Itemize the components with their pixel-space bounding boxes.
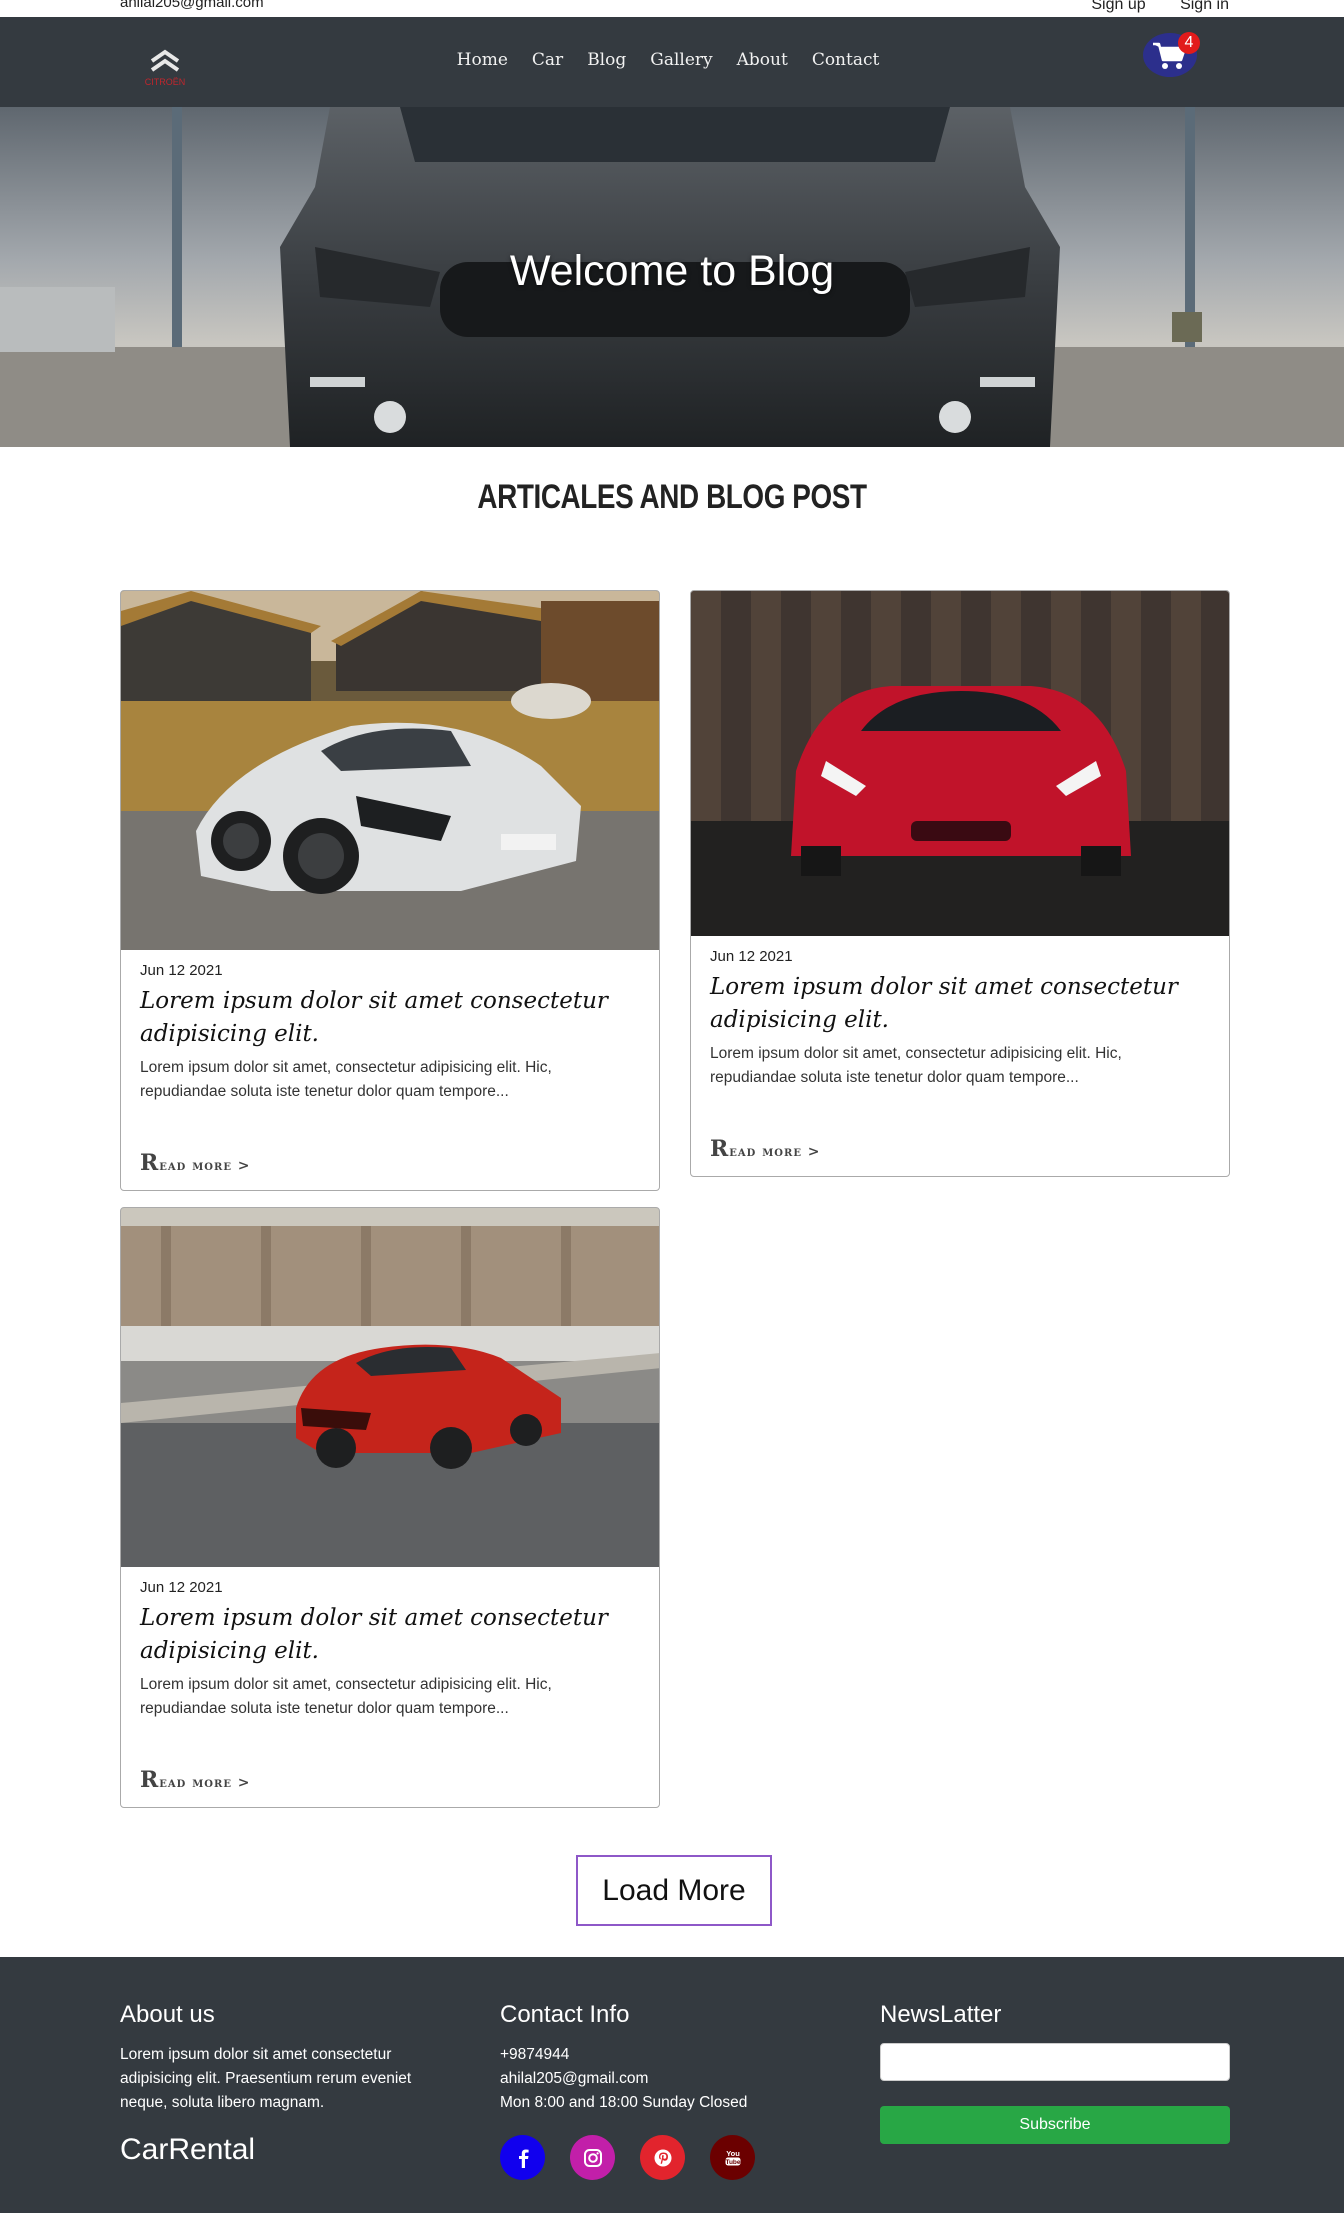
section-title: ARTICALES AND BLOG POST — [477, 478, 867, 516]
read-more-initial: R — [140, 1767, 160, 1793]
contact-hours: Mon 8:00 and 18:00 Sunday Closed — [500, 2094, 748, 2111]
footer-contact: Contact Info +9874944 ahilal205@gmail.co… — [500, 2001, 800, 2180]
post-excerpt: Lorem ipsum dolor sit amet, consectetur … — [140, 1676, 552, 1717]
nav-home[interactable]: Home — [457, 50, 508, 70]
signin-link[interactable]: Sign in — [1180, 0, 1229, 13]
nav-contact[interactable]: Contact — [812, 50, 880, 70]
post-title[interactable]: Lorem ipsum dolor sit amet consectetur a… — [710, 971, 1210, 1037]
contact-email: ahilal205@gmail.com — [500, 2070, 649, 2087]
pinterest-icon[interactable] — [640, 2135, 685, 2180]
post-image-silver-car — [121, 591, 659, 950]
blog-card: Jun 12 2021 Lorem ipsum dolor sit amet c… — [120, 1207, 660, 1808]
read-more-link[interactable]: Read more > — [140, 1767, 251, 1793]
about-title: About us — [120, 2001, 215, 2028]
post-date: Jun 12 2021 — [140, 1579, 223, 1596]
cart-button[interactable]: 4 — [1143, 32, 1200, 77]
read-more-initial: R — [140, 1150, 160, 1176]
read-more-link[interactable]: Read more > — [140, 1150, 251, 1176]
blog-card: Jun 12 2021 Lorem ipsum dolor sit amet c… — [690, 590, 1230, 1177]
nav-gallery[interactable]: Gallery — [650, 50, 712, 70]
hero-banner: Welcome to Blog — [0, 107, 1344, 447]
post-excerpt: Lorem ipsum dolor sit amet, consectetur … — [710, 1045, 1122, 1086]
read-more-link[interactable]: Read more > — [710, 1136, 821, 1162]
read-more-initial: R — [710, 1136, 730, 1162]
footer: About us Lorem ipsum dolor sit amet cons… — [0, 1957, 1344, 2213]
social-links: You Tube — [500, 2135, 800, 2180]
newsletter-title: NewsLatter — [880, 2001, 1002, 2028]
post-date: Jun 12 2021 — [140, 962, 223, 979]
newsletter-email-input[interactable] — [880, 2043, 1230, 2081]
top-email: ahilal205@gmail.com — [120, 0, 264, 11]
load-more-button[interactable]: Load More — [576, 1855, 772, 1926]
nav-about[interactable]: About — [737, 50, 788, 70]
hero-title: Welcome to Blog — [509, 247, 835, 295]
svg-text:You: You — [726, 2149, 740, 2158]
post-image-red-ferrari — [691, 591, 1229, 936]
subscribe-button[interactable]: Subscribe — [880, 2106, 1230, 2144]
post-title[interactable]: Lorem ipsum dolor sit amet consectetur a… — [140, 985, 640, 1051]
footer-brand: CarRental — [120, 2133, 256, 2166]
footer-newsletter: NewsLatter Subscribe — [880, 2001, 1230, 2144]
read-more-label: ead more > — [729, 1144, 821, 1160]
read-more-label: ead more > — [159, 1158, 251, 1174]
post-title[interactable]: Lorem ipsum dolor sit amet consectetur a… — [140, 1602, 640, 1668]
svg-text:Tube: Tube — [725, 2159, 740, 2166]
footer-about: About us Lorem ipsum dolor sit amet cons… — [120, 2001, 460, 2167]
post-excerpt: Lorem ipsum dolor sit amet, consectetur … — [140, 1059, 552, 1100]
cart-count-badge: 4 — [1178, 32, 1200, 54]
nav-car[interactable]: Car — [532, 50, 563, 70]
main-nav: Home Car Blog Gallery About Contact — [0, 17, 1344, 107]
read-more-label: ead more > — [159, 1775, 251, 1791]
post-date: Jun 12 2021 — [710, 948, 793, 965]
contact-phone: +9874944 — [500, 2046, 570, 2063]
top-bar: ahilal205@gmail.com Sign up Sign in — [0, 0, 1344, 17]
nav-blog[interactable]: Blog — [587, 50, 626, 70]
signup-link[interactable]: Sign up — [1091, 0, 1145, 13]
facebook-icon[interactable] — [500, 2135, 545, 2180]
navbar: CITROËN Home Car Blog Gallery About Cont… — [0, 17, 1344, 107]
about-text: Lorem ipsum dolor sit amet consectetur a… — [120, 2046, 412, 2111]
post-image-red-aston — [121, 1208, 659, 1567]
contact-title: Contact Info — [500, 2001, 630, 2028]
blog-card: Jun 12 2021 Lorem ipsum dolor sit amet c… — [120, 590, 660, 1191]
youtube-icon[interactable]: You Tube — [710, 2135, 755, 2180]
instagram-icon[interactable] — [570, 2135, 615, 2180]
